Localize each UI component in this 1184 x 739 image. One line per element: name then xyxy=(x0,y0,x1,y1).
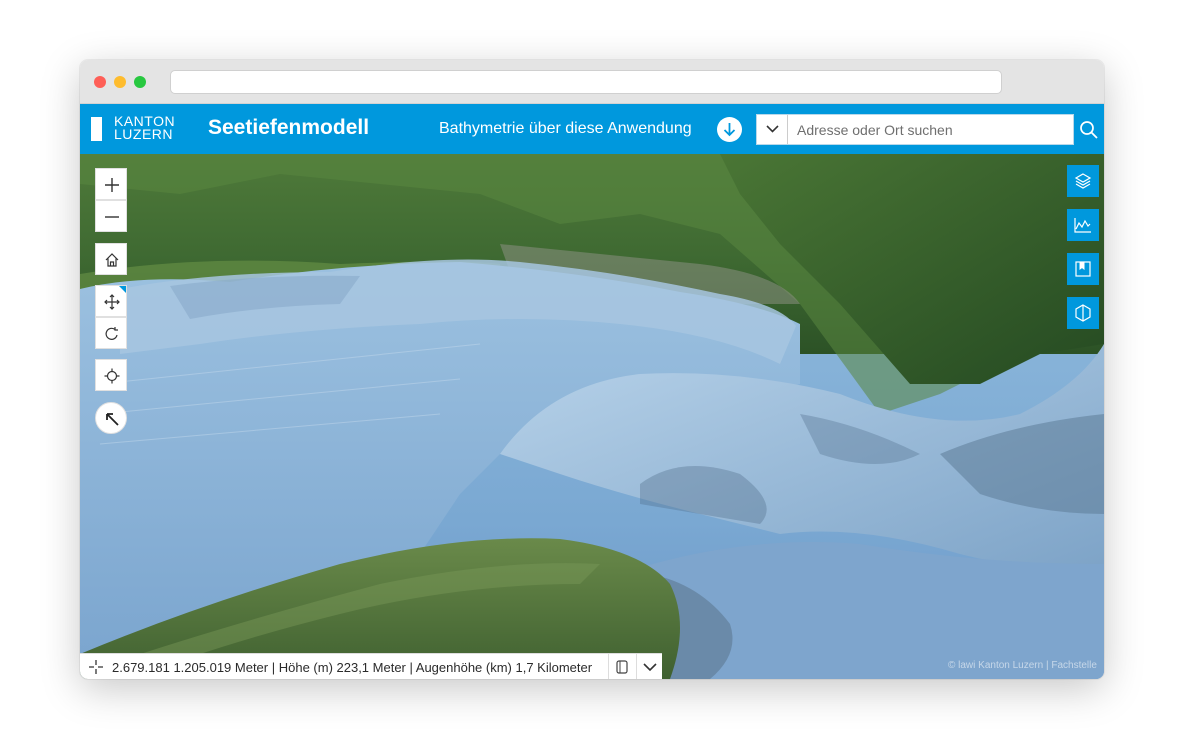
copy-coordinates-button[interactable] xyxy=(608,654,634,679)
coordinate-readout: 2.679.181 1.205.019 Meter | Höhe (m) 223… xyxy=(112,660,593,675)
compass-arrow-icon xyxy=(106,413,119,426)
coordinate-options-toggle[interactable] xyxy=(636,654,662,679)
copy-icon xyxy=(616,660,628,674)
plus-icon xyxy=(105,178,119,192)
home-icon xyxy=(105,253,119,267)
minimize-window-button[interactable] xyxy=(114,76,126,88)
zoom-in-button[interactable] xyxy=(95,168,127,200)
search-input[interactable] xyxy=(789,115,1073,144)
browser-window: KANTON LUZERN Seetiefenmodell Bathymetri… xyxy=(80,60,1104,679)
address-bar[interactable] xyxy=(170,70,1002,94)
download-arrow-icon xyxy=(723,123,736,137)
search-box xyxy=(756,114,1074,145)
active-indicator xyxy=(119,286,126,293)
rotate-icon xyxy=(105,327,118,340)
pan-button[interactable] xyxy=(95,285,127,317)
close-window-button[interactable] xyxy=(94,76,106,88)
move-icon xyxy=(104,294,120,310)
rotate-button[interactable] xyxy=(95,317,127,349)
slice-icon xyxy=(1075,304,1091,322)
search-button[interactable] xyxy=(1078,119,1100,141)
locate-button[interactable] xyxy=(95,359,127,391)
logo-mark xyxy=(91,117,102,141)
home-button[interactable] xyxy=(95,243,127,275)
crosshair-icon[interactable] xyxy=(88,659,104,675)
map-attribution[interactable]: © lawi Kanton Luzern | Fachstelle xyxy=(948,660,1097,671)
compass-button[interactable] xyxy=(95,402,127,434)
app-title: Seetiefenmodell xyxy=(208,116,370,139)
download-button[interactable] xyxy=(717,117,742,142)
locate-icon xyxy=(104,368,120,384)
chevron-down-icon xyxy=(766,125,779,133)
map-view[interactable]: 2.679.181 1.205.019 Meter | Höhe (m) 223… xyxy=(80,154,1104,679)
layers-button[interactable] xyxy=(1067,165,1099,197)
bookmark-icon xyxy=(1075,261,1091,277)
about-link[interactable]: Bathymetrie über diese Anwendung xyxy=(439,120,692,138)
coordinate-bar: 2.679.181 1.205.019 Meter | Höhe (m) 223… xyxy=(80,653,662,679)
maximize-window-button[interactable] xyxy=(134,76,146,88)
chevron-down-icon xyxy=(643,663,657,672)
elevation-profile-button[interactable] xyxy=(1067,209,1099,241)
minus-icon xyxy=(105,216,119,218)
slice-button[interactable] xyxy=(1067,297,1099,329)
search-icon xyxy=(1080,121,1098,139)
bookmarks-button[interactable] xyxy=(1067,253,1099,285)
zoom-out-button[interactable] xyxy=(95,200,127,232)
logo-line-2: LUZERN xyxy=(114,126,174,142)
elevation-profile-icon xyxy=(1074,218,1091,233)
app-header: KANTON LUZERN Seetiefenmodell Bathymetri… xyxy=(80,104,1104,154)
browser-chrome xyxy=(80,60,1104,104)
canton-logo[interactable]: KANTON LUZERN xyxy=(114,114,175,142)
layers-icon xyxy=(1074,173,1092,189)
terrain-scene xyxy=(80,154,1104,679)
search-source-dropdown[interactable] xyxy=(757,115,788,144)
